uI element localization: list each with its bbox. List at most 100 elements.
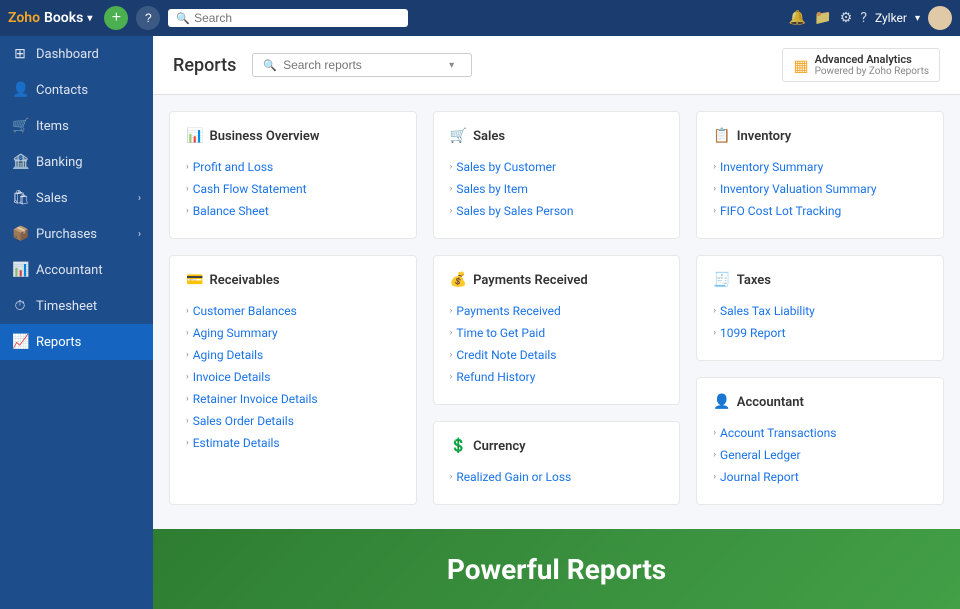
avatar[interactable] [928, 6, 952, 30]
sidebar-item-contacts[interactable]: 👤 Contacts [0, 72, 153, 108]
link-aging-details[interactable]: › Aging Details [186, 344, 400, 366]
section-accountant: 👤 Accountant › Account Transactions › Ge… [696, 377, 944, 505]
link-sales-by-item[interactable]: › Sales by Item [450, 178, 664, 200]
link-label: Inventory Summary [720, 160, 823, 174]
sales-chevron: › [138, 193, 141, 204]
link-cash-flow[interactable]: › Cash Flow Statement [186, 178, 400, 200]
search-reports-input[interactable] [283, 58, 443, 72]
sidebar-item-sales[interactable]: 🛍 Sales › [0, 180, 153, 216]
purchases-chevron: › [138, 229, 141, 240]
link-realized-gain[interactable]: › Realized Gain or Loss [450, 466, 664, 488]
right-bottom-col: 🧾 Taxes › Sales Tax Liability › 1099 Rep… [696, 255, 944, 505]
chevron-icon: › [450, 206, 453, 216]
business-overview-icon: 📊 [186, 128, 203, 144]
search-dropdown-icon[interactable]: ▾ [449, 60, 454, 71]
link-label: Sales Tax Liability [720, 304, 815, 318]
link-estimate-details[interactable]: › Estimate Details [186, 432, 400, 454]
link-account-transactions[interactable]: › Account Transactions [713, 422, 927, 444]
link-label: Customer Balances [193, 304, 297, 318]
sidebar-item-banking[interactable]: 🏦 Banking [0, 144, 153, 180]
add-button[interactable]: + [104, 6, 128, 30]
chevron-icon: › [186, 394, 189, 404]
sidebar-item-timesheet[interactable]: ⏱ Timesheet [0, 288, 153, 324]
link-refund-history[interactable]: › Refund History [450, 366, 664, 388]
chevron-icon: › [186, 350, 189, 360]
chevron-icon: › [713, 428, 716, 438]
section-title-receivables: Receivables [209, 273, 279, 288]
sales-section-icon: 🛒 [450, 128, 467, 144]
link-journal-report[interactable]: › Journal Report [713, 466, 927, 488]
reports-icon: 📈 [12, 334, 28, 350]
link-time-to-paid[interactable]: › Time to Get Paid [450, 322, 664, 344]
link-invoice-details[interactable]: › Invoice Details [186, 366, 400, 388]
page-title: Reports [173, 55, 236, 76]
link-label: Sales Order Details [193, 414, 294, 428]
banner-text: Powerful Reports [447, 553, 666, 586]
link-payments-received[interactable]: › Payments Received [450, 300, 664, 322]
link-balance-sheet[interactable]: › Balance Sheet [186, 200, 400, 222]
link-general-ledger[interactable]: › General Ledger [713, 444, 927, 466]
link-inventory-summary[interactable]: › Inventory Summary [713, 156, 927, 178]
link-sales-by-person[interactable]: › Sales by Sales Person [450, 200, 664, 222]
chevron-icon: › [713, 306, 716, 316]
chevron-icon: › [713, 472, 716, 482]
sidebar-item-purchases[interactable]: 📦 Purchases › [0, 216, 153, 252]
link-label: Realized Gain or Loss [456, 470, 571, 484]
link-credit-note[interactable]: › Credit Note Details [450, 344, 664, 366]
link-fifo[interactable]: › FIFO Cost Lot Tracking [713, 200, 927, 222]
link-label: General Ledger [720, 448, 801, 462]
chevron-icon: › [186, 162, 189, 172]
link-label: FIFO Cost Lot Tracking [720, 204, 841, 218]
link-retainer-invoice[interactable]: › Retainer Invoice Details [186, 388, 400, 410]
sidebar-item-dashboard[interactable]: ⊞ Dashboard [0, 36, 153, 72]
sidebar-item-items[interactable]: 🛒 Items [0, 108, 153, 144]
section-title-currency: Currency [473, 439, 525, 454]
link-sales-by-customer[interactable]: › Sales by Customer [450, 156, 664, 178]
app-dropdown-icon[interactable]: ▾ [87, 13, 92, 24]
help-icon-btn[interactable]: ? [136, 6, 160, 30]
section-title-business-overview: Business Overview [209, 129, 319, 144]
chevron-icon: › [713, 184, 716, 194]
search-input[interactable] [194, 11, 374, 25]
link-sales-order-details[interactable]: › Sales Order Details [186, 410, 400, 432]
app-layout: ⊞ Dashboard 👤 Contacts 🛒 Items 🏦 Banking… [0, 36, 960, 609]
topbar: Zoho Books ▾ + ? 🔍 🔔 📁 ⚙ ? Zylker ▾ [0, 0, 960, 36]
link-aging-summary[interactable]: › Aging Summary [186, 322, 400, 344]
items-icon: 🛒 [12, 118, 28, 134]
payments-icon: 💰 [450, 272, 467, 288]
advanced-analytics[interactable]: ▦ Advanced Analytics Powered by Zoho Rep… [782, 48, 940, 82]
link-1099-report[interactable]: › 1099 Report [713, 322, 927, 344]
section-header-payments: 💰 Payments Received [450, 272, 664, 288]
link-profit-loss[interactable]: › Profit and Loss [186, 156, 400, 178]
help-icon[interactable]: ? [860, 10, 867, 26]
chevron-icon: › [186, 438, 189, 448]
analytics-main-label: Advanced Analytics [815, 53, 929, 66]
bell-icon[interactable]: 🔔 [789, 10, 806, 26]
banner: Powerful Reports [153, 529, 960, 609]
gear-icon[interactable]: ⚙ [840, 10, 853, 26]
section-header-business-overview: 📊 Business Overview [186, 128, 400, 144]
link-label: Aging Summary [193, 326, 278, 340]
sidebar-label-contacts: Contacts [36, 83, 88, 98]
sidebar-item-reports[interactable]: 📈 Reports [0, 324, 153, 360]
topbar-right: 🔔 📁 ⚙ ? Zylker ▾ [789, 6, 952, 30]
chevron-icon: › [186, 306, 189, 316]
user-dropdown-icon[interactable]: ▾ [915, 13, 920, 24]
chevron-icon: › [713, 450, 716, 460]
chevron-icon: › [450, 372, 453, 382]
folder-icon[interactable]: 📁 [814, 10, 831, 26]
section-header-receivables: 💳 Receivables [186, 272, 400, 288]
chevron-icon: › [450, 306, 453, 316]
link-customer-balances[interactable]: › Customer Balances [186, 300, 400, 322]
app-logo[interactable]: Zoho Books ▾ [8, 10, 92, 26]
sidebar-label-reports: Reports [36, 335, 81, 350]
search-reports-box[interactable]: 🔍 ▾ [252, 53, 472, 77]
link-inventory-valuation[interactable]: › Inventory Valuation Summary [713, 178, 927, 200]
link-label: Sales by Customer [456, 160, 556, 174]
main-content: Reports 🔍 ▾ ▦ Advanced Analytics Powered… [153, 36, 960, 609]
chevron-icon: › [450, 328, 453, 338]
link-sales-tax-liability[interactable]: › Sales Tax Liability [713, 300, 927, 322]
global-search[interactable]: 🔍 [168, 9, 408, 27]
sidebar-label-banking: Banking [36, 155, 83, 170]
sidebar-item-accountant[interactable]: 📊 Accountant [0, 252, 153, 288]
